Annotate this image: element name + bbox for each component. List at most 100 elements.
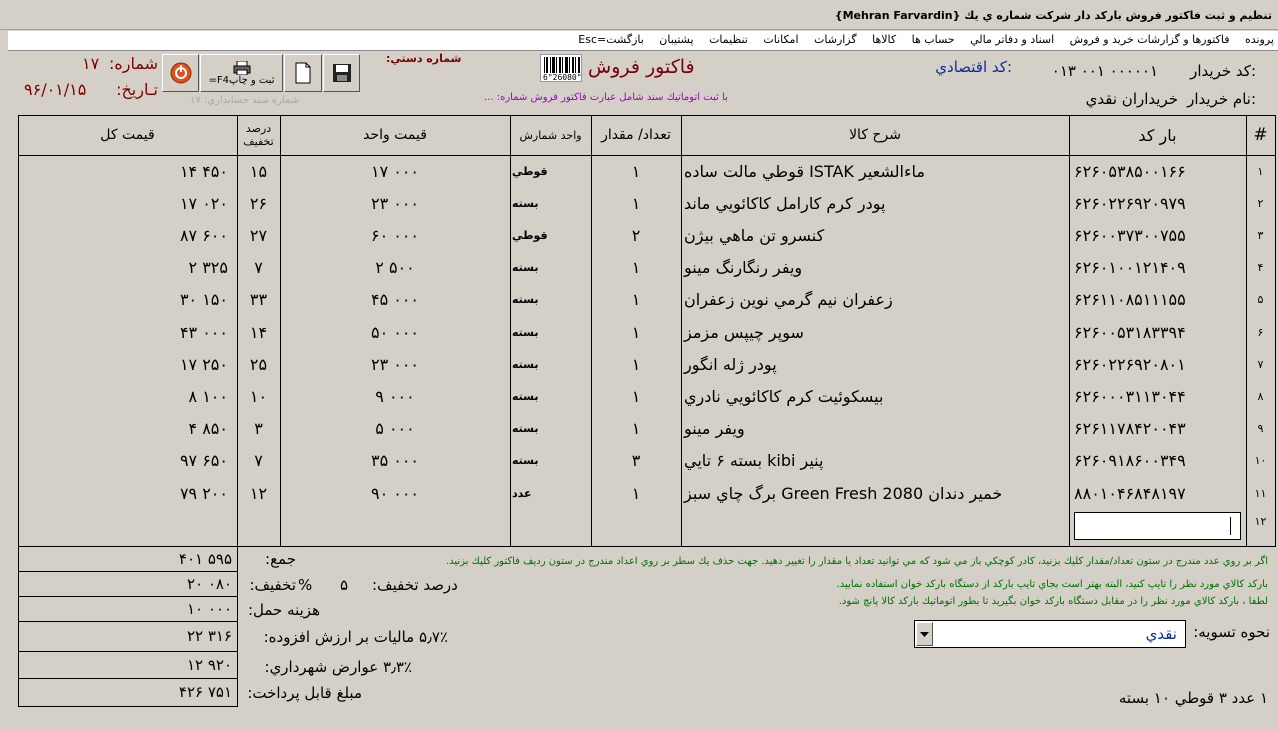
row-quantity[interactable]: ۲ (591, 219, 681, 251)
buyer-code-label: كد خريدار: (1190, 62, 1256, 80)
discount-label: تخفيف: (249, 576, 296, 594)
payable-label: مبلغ قابل پرداخت: (247, 684, 362, 702)
buyer-code-value[interactable]: ۰۱۳ ۰۰۱ ۰۰۰۰۰۱ (1052, 62, 1158, 80)
manual-number-label: شماره دستي: (386, 52, 462, 65)
exit-button[interactable] (162, 54, 199, 92)
row-total: ۹۷ ۶۵۰ (179, 451, 228, 471)
shipping-value[interactable]: ۱۰ ۰۰۰ (20, 600, 232, 618)
shipping-label: هزينه حمل: (247, 601, 320, 619)
row-unit-price: ۳۵ ۰۰۰ (370, 451, 420, 471)
vat-value: ۲۲ ۳۱۶ (186, 627, 232, 645)
buyer-name-value[interactable]: خريداران نقدي (1086, 90, 1178, 108)
row-index[interactable]: ۸ (1246, 380, 1275, 412)
row-barcode: ۶۲۶۰۵۳۸۵۰۰۱۶۶ (1074, 161, 1186, 181)
buyer-name-label: نام خريدار: (1187, 90, 1256, 108)
row-unit-price: ۱۷ ۰۰۰ (370, 161, 420, 181)
row-barcode: ۶۲۶۱۱۷۸۴۲۰۰۴۳ (1074, 419, 1186, 439)
row-description: پودر ژله انگور (684, 354, 777, 374)
row-quantity[interactable]: ۱ (591, 187, 681, 219)
menu-goods[interactable]: كالاها (872, 33, 896, 46)
row-discount: ۳ (254, 419, 263, 439)
menu-back[interactable]: بازگشت=Esc (578, 33, 644, 46)
menu-accounts[interactable]: حساب ها (912, 33, 955, 46)
row-index[interactable]: ۳ (1246, 219, 1275, 251)
menu-invoices-reports[interactable]: فاكتورها و گزارشات خريد و فروش (1070, 33, 1230, 46)
row-unit: قوطي (512, 228, 548, 242)
barcode-entry-input[interactable] (1074, 512, 1241, 540)
menu-file[interactable]: پرونده (1245, 33, 1274, 46)
row-unit-price: ۲۳ ۰۰۰ (370, 193, 420, 213)
menu-tools[interactable]: امكانات (763, 33, 798, 46)
floppy-disk-icon (332, 64, 351, 82)
row-barcode: ۶۲۶۰۰۰۳۱۱۳۰۴۴ (1074, 386, 1186, 406)
row-barcode: ۶۲۶۰۱۰۰۱۲۱۴۰۹ (1074, 258, 1186, 278)
row-quantity[interactable]: ۱ (591, 348, 681, 380)
row-index[interactable]: ۴ (1246, 252, 1275, 284)
row-unit: بسته (512, 325, 539, 339)
row-quantity[interactable]: ۱ (591, 380, 681, 412)
save-button[interactable] (323, 54, 360, 92)
menu-accounting[interactable]: اسناد و دفاتر مالي (970, 33, 1054, 46)
discount-percent-input[interactable]: ۵ (340, 576, 348, 594)
row-discount: ۱۵ (249, 161, 268, 181)
discount-value: ۲۰ ۰۸۰ (186, 575, 232, 593)
row-unit-price: ۵۰ ۰۰۰ (370, 322, 420, 342)
row-quantity[interactable]: ۱ (591, 284, 681, 316)
invoice-number-value[interactable]: ۱۷ (82, 54, 99, 73)
row-index[interactable]: ۲ (1246, 187, 1275, 219)
menu-backup[interactable]: پشتيبان (659, 33, 693, 46)
row-unit-price: ۲ ۵۰۰ (375, 258, 415, 278)
row-unit: قوطي (512, 164, 548, 178)
auto-document-note: با ثبت اتوماتيك سند شامل عبارت فاكتور فر… (484, 92, 728, 103)
new-row-index[interactable]: ۱۲ (1246, 505, 1275, 537)
menu-settings[interactable]: تنظيمات (709, 33, 748, 46)
row-quantity[interactable]: ۱ (591, 477, 681, 509)
invoice-date-label: تـاريخ: (116, 80, 158, 99)
row-unit-price: ۵ ۰۰۰ (375, 419, 415, 439)
row-barcode: ۶۲۶۰۰۳۷۳۰۰۷۵۵ (1074, 225, 1186, 245)
row-description: زعفران نيم گرمي نوين زعفران (684, 290, 893, 310)
invoice-grid: # بار كد شرح كالا تعداد/ مقدار واحد شمار… (18, 115, 1276, 547)
row-discount: ۳۳ (249, 290, 268, 310)
barcode-digits: 6"26080" (543, 73, 582, 82)
row-discount: ۲۷ (249, 225, 268, 245)
row-total: ۷۹ ۲۰۰ (179, 483, 228, 503)
economic-code-label: كد اقتصادي: (935, 58, 1012, 76)
row-barcode: ۶۲۶۰۲۲۶۹۲۰۸۰۱ (1074, 354, 1186, 374)
row-index[interactable]: ۹ (1246, 413, 1275, 445)
row-barcode: ۶۲۶۱۱۰۸۵۱۱۱۵۵ (1074, 290, 1186, 310)
note-type-barcode: باركد كالاي مورد نظر را تايپ كنيد، البته… (836, 579, 1268, 590)
note-scan-barcode: لطفا ، باركد كالاي مورد نظر را در مقابل … (838, 596, 1268, 607)
row-discount: ۷ (254, 451, 263, 471)
row-index[interactable]: ۶ (1246, 316, 1275, 348)
row-unit-price: ۹ ۰۰۰ (375, 386, 415, 406)
row-index[interactable]: ۵ (1246, 284, 1275, 316)
new-document-button[interactable] (284, 54, 322, 92)
settlement-label: نحوه تسويه: (1193, 623, 1270, 641)
column-header-total: قيمت كل (100, 126, 155, 143)
row-quantity[interactable]: ۳ (591, 445, 681, 477)
row-discount: ۱۲ (249, 483, 268, 503)
row-unit: بسته (512, 454, 539, 468)
row-index[interactable]: ۱ (1246, 155, 1275, 187)
row-unit: بسته (512, 422, 539, 436)
row-quantity[interactable]: ۱ (591, 252, 681, 284)
row-index[interactable]: ۷ (1246, 348, 1275, 380)
invoice-date-value[interactable]: ۹۶/۰۱/۱۵ (24, 80, 86, 99)
row-index[interactable]: ۱۰ (1246, 445, 1275, 477)
total-sum-value: ۴۰۱ ۵۹۵ (178, 550, 232, 568)
column-header-discount-line1: درصد (245, 122, 272, 135)
row-quantity[interactable]: ۱ (591, 316, 681, 348)
chevron-down-icon[interactable] (916, 622, 933, 646)
menu-reports[interactable]: گزارشات (814, 33, 857, 46)
row-total: ۱۷ ۲۵۰ (179, 354, 228, 374)
column-header-unit: واحد شمارش (519, 128, 582, 142)
save-print-button[interactable]: ثبت و چاپF4= (200, 54, 283, 92)
row-quantity[interactable]: ۱ (591, 413, 681, 445)
vat-label: ۵٫۷٪ ماليات بر ارزش افزوده: (263, 628, 448, 646)
save-print-label: ثبت و چاپ (229, 74, 275, 86)
row-quantity[interactable]: ۱ (591, 155, 681, 187)
row-unit: بسته (512, 389, 539, 403)
settlement-select[interactable]: نقدي (914, 620, 1186, 648)
row-discount: ۷ (254, 258, 263, 278)
